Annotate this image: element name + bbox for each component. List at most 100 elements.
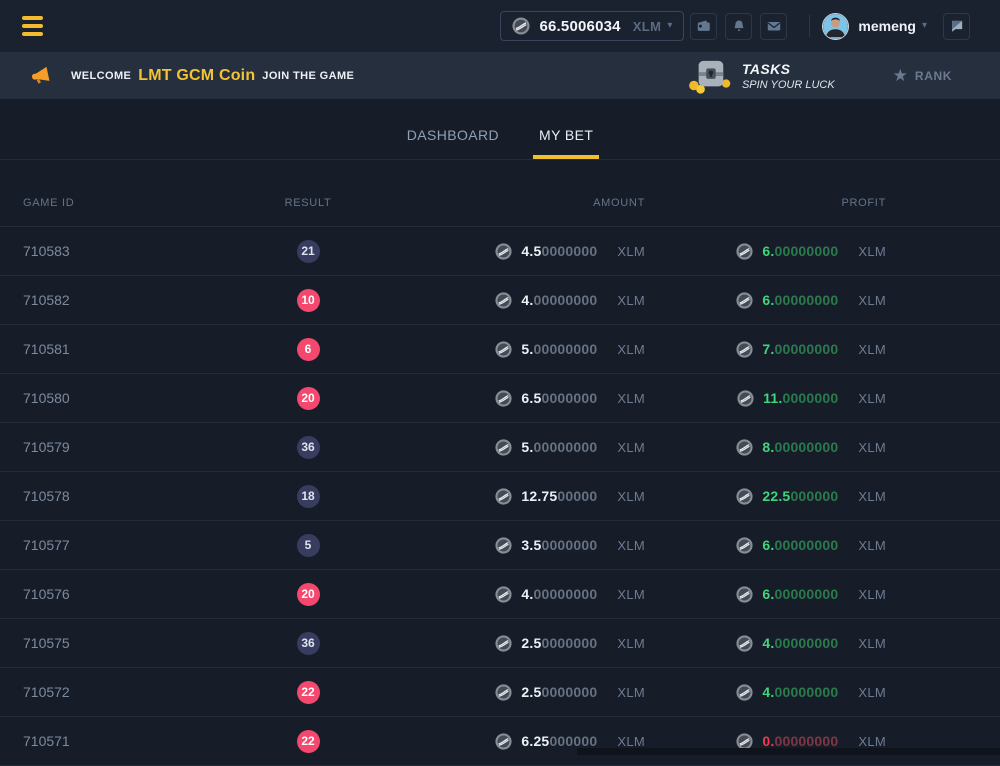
amount-unit: XLM: [617, 342, 645, 357]
result-badge: 36: [297, 632, 320, 655]
profit-cell: 4.00000000XLM: [645, 684, 886, 701]
table-row[interactable]: 710571 22 6.25000000 XLM0.00000000 XLM: [0, 717, 1000, 766]
amount-value: 4.50000000: [521, 243, 597, 259]
amount-value: 6.25000000: [521, 733, 597, 749]
xlm-coin-icon: [495, 341, 512, 358]
tasks-text: TASKS SPIN YOUR LUCK: [742, 61, 835, 91]
amount-value: 12.7500000: [521, 488, 597, 504]
profit-unit: XLM: [858, 685, 886, 700]
result-badge: 6: [297, 338, 320, 361]
amount-unit: XLM: [617, 636, 645, 651]
amount-value: 3.50000000: [521, 537, 597, 553]
profit-cell: 4.00000000XLM: [645, 635, 886, 652]
result-badge: 20: [297, 387, 320, 410]
profit-cell: 7.00000000 XLM: [645, 341, 886, 358]
table-row[interactable]: 7105781812.7500000XLM22.5000000XLM: [0, 472, 1000, 521]
balance-currency: XLM: [633, 19, 662, 34]
profit-value: 0.00000000: [762, 733, 838, 749]
tab-dashboard[interactable]: DASHBOARD: [401, 127, 505, 159]
profit-unit: XLM: [858, 440, 886, 455]
table-row[interactable]: 710583214.50000000XLM6.00000000XLM: [0, 227, 1000, 276]
amount-value: 2.50000000: [521, 684, 597, 700]
amount-cell: 5.00000000XLM: [436, 439, 645, 456]
amount-cell: 12.7500000XLM: [436, 488, 645, 505]
wallet-button[interactable]: [690, 13, 717, 40]
chat-toggle-button[interactable]: [943, 13, 970, 40]
profit-unit: XLM: [858, 587, 886, 602]
wallet-icon: [696, 18, 712, 34]
profit-unit: XLM: [858, 636, 886, 651]
table-row[interactable]: 710582104.00000000XLM6.00000000XLM: [0, 276, 1000, 325]
profit-unit: XLM: [858, 391, 886, 406]
xlm-coin-icon: [495, 586, 512, 603]
result-badge: 10: [297, 289, 320, 312]
rank-label: RANK: [915, 69, 952, 83]
result-cell: 6: [297, 338, 320, 361]
table-row[interactable]: 710572222.50000000XLM4.00000000XLM: [0, 668, 1000, 717]
amount-cell: 4.00000000XLM: [436, 586, 645, 603]
table-row[interactable]: 71058165.00000000XLM7.00000000XLM: [0, 325, 1000, 374]
result-badge: 36: [297, 436, 320, 459]
result-cell: 36: [297, 632, 320, 655]
user-avatar[interactable]: [822, 13, 849, 40]
username[interactable]: memeng: [858, 18, 916, 34]
tab-my-bet[interactable]: MY BET: [533, 127, 599, 159]
xlm-coin-icon: [736, 586, 753, 603]
profit-unit: XLM: [858, 538, 886, 553]
game-id: 710583: [0, 243, 180, 259]
xlm-coin-icon: [736, 733, 753, 750]
bet-table-body: 710583214.50000000XLM6.00000000XLM710582…: [0, 227, 1000, 766]
game-id: 710577: [0, 537, 180, 553]
profit-value: 6.00000000: [762, 586, 838, 602]
table-row[interactable]: 710580206.50000000XLM11.0000000XLM: [0, 374, 1000, 423]
chat-icon: [949, 18, 965, 34]
table-row[interactable]: 710576204.00000000XLM6.00000000XLM: [0, 570, 1000, 619]
tasks-button[interactable]: TASKS SPIN YOUR LUCK: [688, 58, 835, 94]
profit-value: 6.00000000: [762, 537, 838, 553]
messages-button[interactable]: [760, 13, 787, 40]
game-id: 710580: [0, 390, 180, 406]
profit-unit: XLM: [858, 244, 886, 259]
amount-cell: 2.50000000XLM: [436, 635, 645, 652]
amount-unit: XLM: [617, 440, 645, 455]
chevron-down-icon: ▾: [667, 21, 672, 31]
profit-value: 7.00000000: [762, 341, 838, 357]
balance-selector[interactable]: 66.5006034 XLM ▾: [500, 11, 684, 41]
treasure-chest-icon: [688, 58, 732, 94]
game-id: 710578: [0, 488, 180, 504]
balance-value: 66.5006034: [539, 18, 620, 35]
user-chevron-down-icon[interactable]: ▾: [922, 21, 927, 31]
table-row[interactable]: 71057753.50000000XLM6.00000000XLM: [0, 521, 1000, 570]
rank-button[interactable]: ★ RANK: [893, 67, 952, 84]
notifications-button[interactable]: [725, 13, 752, 40]
profit-unit: XLM: [858, 734, 886, 749]
xlm-coin-icon: [512, 17, 530, 35]
xlm-coin-icon: [495, 390, 512, 407]
game-id: 710576: [0, 586, 180, 602]
game-id: 710579: [0, 439, 180, 455]
game-id: 710571: [0, 733, 180, 749]
col-header-game-id: GAME ID: [0, 197, 180, 209]
amount-cell: 4.00000000XLM: [436, 292, 645, 309]
topbar-divider: [809, 15, 810, 37]
table-row[interactable]: 710579 36 5.00000000XLM8.00000000XLM: [0, 423, 1000, 472]
amount-cell: 6.50000000XLM: [436, 390, 645, 407]
profit-value: 6.00000000: [762, 292, 838, 308]
profit-cell: 0.00000000 XLM: [645, 733, 886, 750]
coin-name-label: LMT GCM Coin: [138, 67, 255, 85]
star-icon: ★: [893, 67, 908, 84]
result-cell: 36: [297, 436, 320, 459]
profit-cell: 8.00000000XLM: [645, 439, 886, 456]
hamburger-menu-icon[interactable]: [22, 16, 43, 37]
xlm-coin-icon: [495, 488, 512, 505]
xlm-coin-icon: [736, 488, 753, 505]
xlm-coin-icon: [495, 635, 512, 652]
result-badge: 22: [297, 730, 320, 753]
xlm-coin-icon: [495, 243, 512, 260]
profit-unit: XLM: [858, 342, 886, 357]
table-header: GAME ID RESULT AMOUNT PROFIT: [0, 160, 1000, 227]
col-header-profit: PROFIT: [841, 197, 886, 209]
amount-unit: XLM: [617, 538, 645, 553]
col-header-amount: AMOUNT: [593, 197, 645, 209]
table-row[interactable]: 710575362.50000000XLM4.00000000XLM: [0, 619, 1000, 668]
